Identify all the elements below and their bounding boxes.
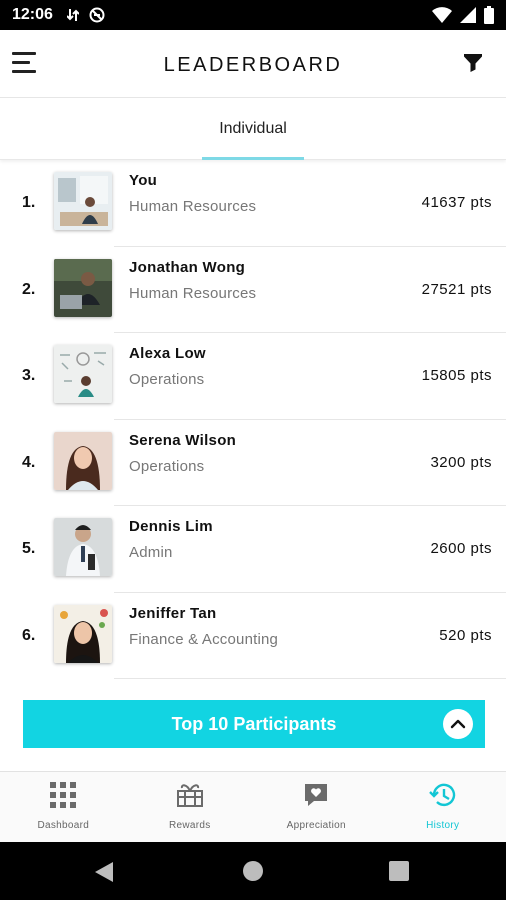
- history-icon: [428, 783, 455, 807]
- rank-number: 2.: [22, 280, 36, 298]
- wifi-icon: [432, 7, 452, 23]
- list-item[interactable]: 3. Alexa Low Operations 15805 pts: [0, 333, 506, 420]
- app-bar: LEADERBOARD: [0, 30, 506, 98]
- grid-icon: [50, 782, 77, 808]
- rank-number: 3.: [22, 367, 36, 384]
- participant-department: Operations: [129, 457, 205, 475]
- avatar: [54, 258, 112, 317]
- participant-points: 15805 pts: [421, 367, 492, 384]
- avatar: [54, 345, 112, 403]
- tab-individual[interactable]: Individual: [202, 98, 304, 160]
- signal-icon: [460, 7, 476, 23]
- home-icon[interactable]: [243, 861, 263, 881]
- back-icon[interactable]: [95, 862, 115, 882]
- list-item[interactable]: 5. Dennis Lim Admin 2600 pts: [0, 506, 506, 593]
- nav-label: Appreciation: [286, 820, 346, 831]
- participant-department: Finance & Accounting: [129, 630, 279, 648]
- top-participants-label: Top 10 Participants: [171, 713, 337, 734]
- rank-number: 5.: [22, 540, 36, 557]
- participant-department: Admin: [129, 544, 173, 561]
- leaderboard-list: 1. You Human Resources 41637 pts 2. Jona…: [0, 160, 506, 679]
- avatar: [54, 518, 112, 576]
- participant-name: Serena Wilson: [129, 431, 237, 449]
- page-title: LEADERBOARD: [163, 54, 343, 76]
- nav-appreciation[interactable]: Appreciation: [253, 772, 380, 842]
- status-bar: 12:06: [0, 0, 506, 30]
- rank-number: 1.: [22, 194, 36, 211]
- tab-label: Individual: [219, 120, 287, 137]
- participant-name: Alexa Low: [129, 345, 206, 362]
- data-transfer-icon: [66, 9, 79, 21]
- nav-label: History: [426, 820, 460, 831]
- participant-department: Human Resources: [129, 198, 257, 215]
- tab-bar: Individual: [0, 98, 506, 160]
- participant-department: Operations: [129, 371, 205, 388]
- nav-rewards[interactable]: Rewards: [127, 772, 254, 842]
- participant-points: 520 pts: [439, 626, 492, 644]
- participant-points: 41637 pts: [421, 194, 492, 211]
- list-item[interactable]: 1. You Human Resources 41637 pts: [0, 160, 506, 247]
- no-disturb-icon: [89, 7, 105, 23]
- bottom-navigation: Dashboard Rewards Appreciation History: [0, 771, 506, 842]
- list-item[interactable]: 2. Jonathan Wong Human Resources 27521 p…: [0, 247, 506, 333]
- participant-name: Dennis Lim: [129, 518, 213, 535]
- participant-name: Jonathan Wong: [129, 258, 246, 276]
- list-item[interactable]: 6. Jeniffer Tan Finance & Accounting 520…: [0, 593, 506, 679]
- recent-apps-icon[interactable]: [389, 861, 409, 881]
- participant-points: 2600 pts: [430, 540, 492, 557]
- system-navigation-bar: [0, 842, 506, 900]
- rank-number: 4.: [22, 453, 36, 471]
- top-participants-button[interactable]: Top 10 Participants: [23, 700, 485, 748]
- chevron-up-icon[interactable]: [443, 709, 473, 739]
- gift-icon: [176, 784, 203, 807]
- avatar: [54, 172, 112, 230]
- avatar: [54, 604, 112, 663]
- participant-department: Human Resources: [129, 284, 257, 302]
- status-time: 12:06: [12, 6, 53, 23]
- battery-icon: [484, 6, 494, 24]
- participant-points: 3200 pts: [430, 453, 492, 471]
- participant-name: You: [129, 172, 158, 189]
- heart-chat-icon: [305, 784, 328, 806]
- nav-dashboard[interactable]: Dashboard: [0, 772, 127, 842]
- list-item[interactable]: 4. Serena Wilson Operations 3200 pts: [0, 420, 506, 506]
- row-divider: [114, 678, 506, 679]
- nav-history[interactable]: History: [380, 772, 506, 842]
- avatar: [54, 431, 112, 490]
- participant-name: Jeniffer Tan: [129, 604, 217, 622]
- participant-points: 27521 pts: [421, 280, 492, 298]
- rank-number: 6.: [22, 626, 36, 644]
- nav-label: Dashboard: [37, 820, 90, 831]
- filter-icon[interactable]: [464, 54, 482, 77]
- nav-label: Rewards: [168, 820, 211, 831]
